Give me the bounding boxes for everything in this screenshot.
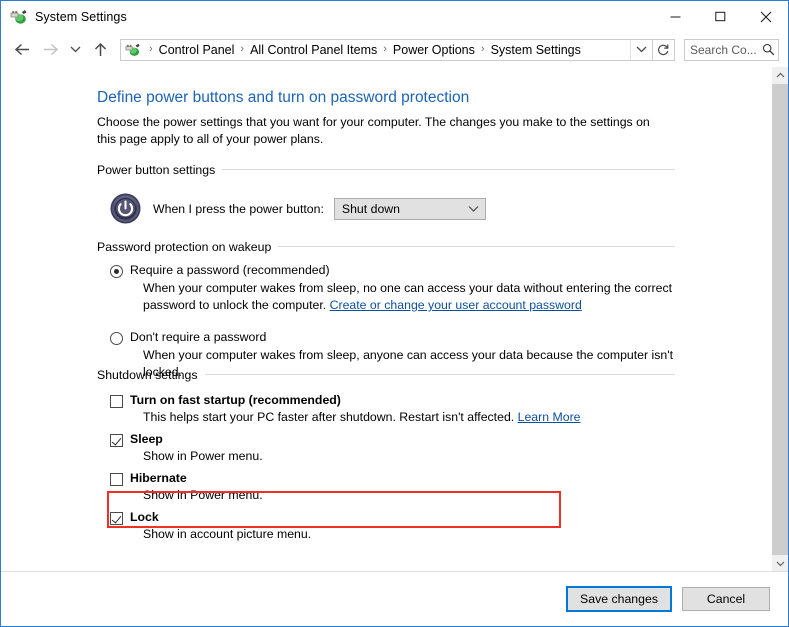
checkbox-label-hibernate: Hibernate bbox=[130, 471, 187, 485]
scrollbar-thumb[interactable] bbox=[772, 84, 788, 555]
system-settings-icon bbox=[10, 8, 28, 26]
shutdown-settings-group: Shutdown settings Turn on fast startup (… bbox=[97, 367, 675, 542]
content-area: Define power buttons and turn on passwor… bbox=[1, 67, 771, 572]
scroll-up-icon[interactable] bbox=[772, 67, 788, 84]
system-settings-window: System Settings › Control Panel › All Co… bbox=[0, 0, 789, 627]
password-protection-group: Password protection on wakeup Require a … bbox=[97, 239, 675, 381]
radio-option-require-password[interactable]: Require a password (recommended) bbox=[110, 263, 675, 278]
vertical-scrollbar[interactable] bbox=[771, 67, 788, 572]
checkbox-option-sleep[interactable]: Sleep bbox=[110, 432, 675, 447]
radio-description-require-password: When your computer wakes from sleep, no … bbox=[143, 280, 688, 314]
breadcrumb-item-system-settings[interactable]: System Settings bbox=[491, 43, 581, 57]
breadcrumb-separator: › bbox=[240, 43, 245, 55]
footer-bar: Save changes Cancel bbox=[1, 571, 788, 626]
breadcrumb[interactable]: › Control Panel › All Control Panel Item… bbox=[120, 38, 653, 61]
power-button-settings-group: Power button settings When I press the p… bbox=[97, 162, 675, 224]
radio-label-dont-require-password: Don't require a password bbox=[130, 330, 267, 344]
group-label-power-button-settings: Power button settings bbox=[97, 162, 216, 177]
search-icon[interactable] bbox=[758, 43, 778, 56]
shutdown-options: Turn on fast startup (recommended) This … bbox=[97, 382, 675, 542]
minimize-button[interactable] bbox=[653, 1, 698, 32]
back-arrow-icon[interactable] bbox=[8, 36, 36, 64]
checkbox-sleep[interactable] bbox=[110, 434, 123, 447]
search-box[interactable] bbox=[684, 38, 779, 61]
forward-arrow-icon bbox=[36, 36, 64, 64]
breadcrumb-chevron-icon[interactable] bbox=[630, 39, 652, 60]
password-options: Require a password (recommended) When yo… bbox=[97, 263, 675, 381]
group-header: Password protection on wakeup bbox=[97, 239, 675, 254]
checkbox-lock[interactable] bbox=[110, 512, 123, 525]
checkbox-label-lock: Lock bbox=[130, 510, 159, 524]
checkbox-fast-startup[interactable] bbox=[110, 395, 123, 408]
cancel-button[interactable]: Cancel bbox=[682, 587, 770, 611]
checkbox-option-fast-startup[interactable]: Turn on fast startup (recommended) bbox=[110, 393, 675, 408]
breadcrumb-item-power-options[interactable]: Power Options bbox=[393, 43, 475, 57]
recent-locations-chevron-icon[interactable] bbox=[64, 36, 86, 64]
group-label-password-protection: Password protection on wakeup bbox=[97, 239, 272, 254]
navigation-bar: › Control Panel › All Control Panel Item… bbox=[1, 33, 788, 66]
power-button-action-value: Shut down bbox=[341, 201, 401, 216]
breadcrumb-item-control-panel[interactable]: Control Panel bbox=[159, 43, 235, 57]
checkbox-hibernate[interactable] bbox=[110, 473, 123, 486]
breadcrumb-separator: › bbox=[149, 43, 153, 55]
power-button-icon bbox=[110, 193, 141, 224]
maximize-button[interactable] bbox=[698, 1, 743, 32]
radio-option-dont-require-password[interactable]: Don't require a password bbox=[110, 330, 675, 345]
checkbox-label-fast-startup: Turn on fast startup (recommended) bbox=[130, 393, 341, 407]
checkbox-description-sleep: Show in Power menu. bbox=[143, 449, 263, 463]
control-panel-icon bbox=[125, 42, 141, 58]
group-divider bbox=[222, 169, 675, 170]
group-header: Shutdown settings bbox=[97, 367, 675, 382]
title-bar[interactable]: System Settings bbox=[1, 1, 788, 33]
window-title: System Settings bbox=[35, 10, 127, 24]
create-change-password-link[interactable]: Create or change your user account passw… bbox=[330, 298, 582, 312]
checkbox-description-hibernate: Show in Power menu. bbox=[143, 488, 263, 502]
group-header: Power button settings bbox=[97, 162, 675, 177]
checkbox-label-sleep: Sleep bbox=[130, 432, 163, 446]
radio-require-password[interactable] bbox=[110, 265, 123, 278]
page-title: Define power buttons and turn on passwor… bbox=[97, 89, 470, 106]
power-button-action-select[interactable]: Shut down bbox=[333, 197, 486, 220]
power-button-label: When I press the power button: bbox=[153, 201, 324, 216]
checkbox-description-text: This helps start your PC faster after sh… bbox=[143, 410, 518, 424]
breadcrumb-item-all-control-panel-items[interactable]: All Control Panel Items bbox=[250, 43, 377, 57]
chevron-down-icon bbox=[468, 200, 479, 218]
checkbox-description-fast-startup: This helps start your PC faster after sh… bbox=[143, 409, 675, 425]
breadcrumb-separator: › bbox=[480, 43, 485, 55]
radio-dont-require-password[interactable] bbox=[110, 332, 123, 345]
group-divider bbox=[278, 246, 675, 247]
group-label-shutdown-settings: Shutdown settings bbox=[97, 367, 198, 382]
scroll-down-icon[interactable] bbox=[772, 555, 788, 572]
close-button[interactable] bbox=[743, 1, 788, 32]
up-arrow-icon[interactable] bbox=[86, 36, 114, 64]
page-description: Choose the power settings that you want … bbox=[97, 115, 650, 146]
power-button-row: When I press the power button: Shut down bbox=[97, 193, 675, 224]
save-changes-button[interactable]: Save changes bbox=[566, 586, 672, 612]
radio-label-require-password: Require a password (recommended) bbox=[130, 263, 330, 277]
learn-more-link[interactable]: Learn More bbox=[518, 410, 581, 424]
window-caption-buttons bbox=[653, 1, 788, 32]
group-divider bbox=[204, 374, 675, 375]
breadcrumb-separator: › bbox=[383, 43, 387, 55]
search-input[interactable] bbox=[690, 42, 758, 57]
checkbox-option-hibernate[interactable]: Hibernate bbox=[110, 471, 675, 486]
refresh-icon[interactable] bbox=[653, 38, 675, 61]
checkbox-description-lock: Show in account picture menu. bbox=[143, 527, 312, 541]
checkbox-option-lock[interactable]: Lock bbox=[110, 510, 675, 525]
